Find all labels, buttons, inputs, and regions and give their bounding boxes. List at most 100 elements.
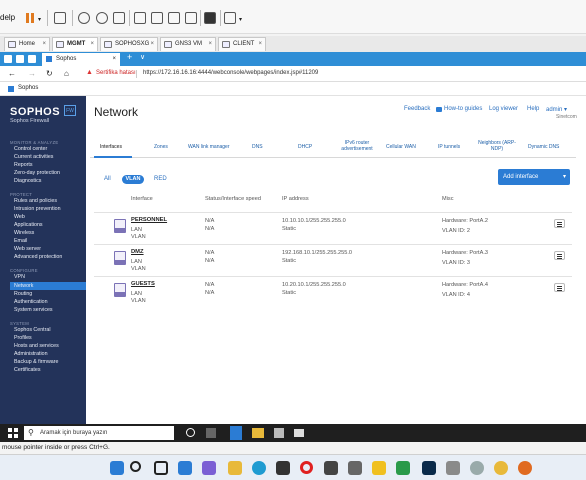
edge-icon[interactable] [252,461,266,475]
tab-cellular-wan[interactable]: Cellular WAN [386,144,416,150]
close-icon[interactable]: × [150,38,154,51]
tab-dhcp[interactable]: DHCP [298,144,312,150]
vm-tab-home[interactable]: Home × [4,37,50,51]
tab-interfaces[interactable]: Interfaces [100,144,122,150]
tab-dns[interactable]: DNS [252,144,263,150]
pause-icon[interactable] [26,13,29,23]
sidebar-item-reports[interactable]: Reports [14,162,33,168]
tab-ip-tunnels[interactable]: IP tunnels [438,144,460,150]
sidebar-item-email[interactable]: Email [14,238,27,244]
filter-all[interactable]: All [104,176,111,182]
url-field[interactable]: https://172.16.16.16:4444/webconsole/web… [143,70,318,76]
console-icon[interactable] [204,12,216,24]
row-menu-icon[interactable] [554,251,565,260]
add-interface-button[interactable]: Add interface ▾ [498,169,570,185]
library-icon[interactable] [134,12,146,24]
firefox-icon[interactable] [518,461,532,475]
browser-tabs-icon[interactable] [4,55,12,63]
sidebar-item-control-center[interactable]: Control center [14,146,47,152]
split-view-icon[interactable] [151,12,163,24]
vmware-icon[interactable] [446,461,460,475]
notes-app-icon[interactable] [372,461,386,475]
new-tab-button[interactable]: + [127,52,132,62]
file-explorer-icon[interactable] [252,428,264,438]
sidebar-item-hosts-services[interactable]: Hosts and services [14,343,59,349]
table-row[interactable]: DMZ LAN VLAN N/A N/A 192.168.10.1/255.25… [94,244,572,276]
tab-neighbors[interactable]: Neighbors (ARP-NDP) [476,140,518,152]
help-menu[interactable]: delp [0,13,15,22]
windows-start-icon[interactable] [110,461,124,475]
table-row[interactable]: PERSONNEL LAN VLAN N/A N/A 10.10.10.1/25… [94,212,572,244]
home-icon[interactable]: ⌂ [64,69,69,78]
interface-name[interactable]: GUESTS [131,281,155,287]
close-icon[interactable]: × [42,38,46,51]
task-view-icon[interactable] [186,428,195,437]
sidebar-item-vpn[interactable]: VPN [14,274,25,280]
close-icon[interactable]: × [90,38,94,51]
filter-red[interactable]: RED [154,176,167,182]
stretch-icon[interactable] [224,12,236,24]
send-keys-icon[interactable] [54,12,66,24]
revert-snapshot-icon[interactable] [96,12,108,24]
sidebar-item-profiles[interactable]: Profiles [14,335,32,341]
snapshot-icon[interactable] [78,12,90,24]
task-view-icon[interactable] [154,461,168,475]
photos-app-icon[interactable] [396,461,410,475]
certificate-warning[interactable]: Sertifika hatası [96,70,136,76]
admin-menu[interactable]: admin ▾ [546,106,567,113]
fullscreen-icon[interactable] [168,12,180,24]
browser-tab-sophos[interactable]: Sophos × [42,53,120,66]
sidebar-item-network[interactable]: Network [10,282,86,290]
sidebar-item-system-services[interactable]: System services [14,307,53,313]
monitor-app-icon[interactable] [324,461,338,475]
sidebar-item-rules[interactable]: Rules and policies [14,198,57,204]
chrome-icon[interactable] [494,461,508,475]
file-explorer-icon[interactable] [228,461,242,475]
search-icon[interactable] [130,461,141,472]
sidebar-item-authentication[interactable]: Authentication [14,299,48,305]
photoshop-icon[interactable] [422,461,436,475]
taskbar-search-input[interactable]: ⚲ Aramak için buraya yazın [24,426,174,440]
sidebar-item-applications[interactable]: Applications [14,222,43,228]
interface-name[interactable]: PERSONNEL [131,217,167,223]
store-icon[interactable] [276,461,290,475]
sidebar-item-sophos-central[interactable]: Sophos Central [14,327,51,333]
sidebar-item-diagnostics[interactable]: Diagnostics [14,178,41,184]
log-viewer-link[interactable]: Log viewer [489,106,518,112]
vm-app-icon[interactable] [348,461,362,475]
sidebar-item-wireless[interactable]: Wireless [14,230,34,236]
edge-icon[interactable] [230,426,242,440]
close-icon[interactable]: × [258,38,262,51]
settings-icon[interactable] [470,461,484,475]
tab-wan-link-manager[interactable]: WAN link manager [188,144,230,150]
widgets-icon[interactable] [178,461,192,475]
windows-start-icon[interactable] [8,428,18,438]
sidebar-item-web[interactable]: Web [14,214,25,220]
sidebar-item-ips[interactable]: Intrusion prevention [14,206,61,212]
table-row[interactable]: GUESTS LAN VLAN N/A N/A 10.20.10.1/255.2… [94,276,572,308]
favorite-sophos[interactable]: Sophos [18,85,38,91]
store-icon[interactable] [274,428,284,438]
taskbar-app-icon[interactable] [206,428,216,438]
unity-icon[interactable] [185,12,197,24]
howto-link[interactable]: How-to guides [444,106,482,112]
sidebar-item-current-activities[interactable]: Current activities [14,154,53,160]
sidebar-item-routing[interactable]: Routing [14,291,32,297]
chat-icon[interactable] [202,461,216,475]
tab-ipv6-router-advertisement[interactable]: IPv6 router advertisement [336,140,378,152]
tab-dynamic-dns[interactable]: Dynamic DNS [528,144,559,150]
feedback-link[interactable]: Feedback [404,106,430,112]
sidebar-item-web-server[interactable]: Web server [14,246,41,252]
tab-list-chevron-icon[interactable]: ∨ [140,53,145,61]
back-icon[interactable]: ← [8,69,16,78]
close-icon[interactable]: × [208,38,212,51]
sidebar-item-administration[interactable]: Administration [14,351,48,357]
tab-zones[interactable]: Zones [154,144,168,150]
vm-tab-gns3[interactable]: GNS3 VM × [160,37,216,51]
browser-tabs-icon[interactable] [28,55,36,63]
vm-tab-client[interactable]: CLIENT × [218,37,266,51]
dropdown-arrow-icon[interactable]: ▾ [38,16,41,23]
mail-icon[interactable] [294,429,304,437]
row-menu-icon[interactable] [554,283,565,292]
dropdown-arrow-icon[interactable]: ▾ [239,16,242,23]
